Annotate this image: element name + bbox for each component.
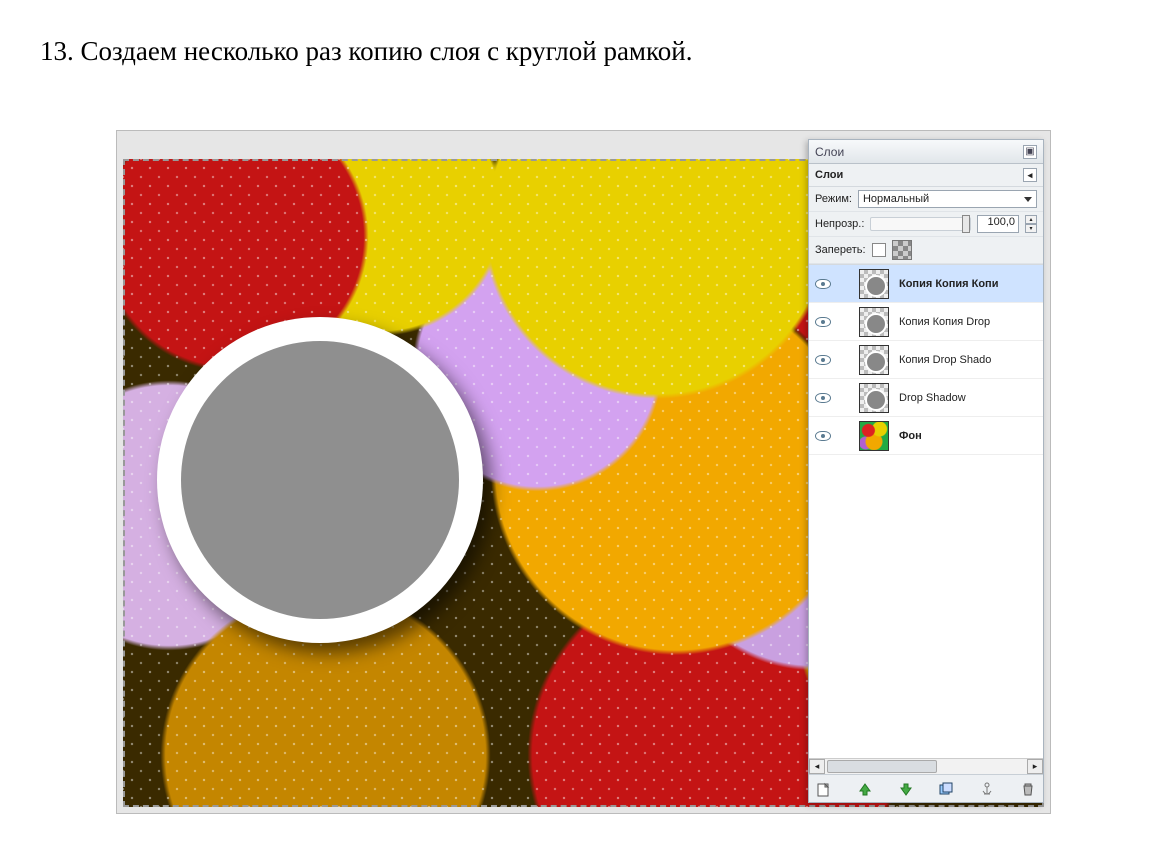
blend-mode-value: Нормальный bbox=[863, 193, 929, 205]
lock-alpha-checkbox[interactable] bbox=[892, 240, 912, 260]
tab-menu-icon[interactable]: ◂ bbox=[1023, 168, 1037, 182]
layer-list-hscrollbar[interactable]: ◂ ▸ bbox=[809, 758, 1043, 774]
layer-thumbnail bbox=[859, 383, 889, 413]
layer-thumbnail bbox=[859, 345, 889, 375]
visibility-eye-icon[interactable] bbox=[815, 317, 831, 327]
layer-list: Копия Копия Копи Копия Копия Drop Копия Dr… bbox=[809, 264, 1043, 758]
layer-name[interactable]: Фон bbox=[899, 430, 922, 442]
blend-mode-select[interactable]: Нормальный bbox=[858, 190, 1037, 208]
visibility-eye-icon[interactable] bbox=[815, 355, 831, 365]
layers-toolbar bbox=[809, 774, 1043, 802]
lower-layer-icon[interactable] bbox=[895, 778, 917, 800]
lock-pixels-checkbox[interactable] bbox=[872, 243, 886, 257]
instruction-text: 13. Создаем несколько раз копию слоя с к… bbox=[40, 36, 692, 67]
visibility-eye-icon[interactable] bbox=[815, 393, 831, 403]
layer-row[interactable]: Drop Shadow bbox=[809, 379, 1043, 417]
layers-dialog: Слои ▣ Слои ◂ Режим: Нормальный Непрозр.… bbox=[808, 139, 1044, 803]
layer-name[interactable]: Копия Drop Shado bbox=[899, 354, 991, 366]
opacity-slider-handle[interactable] bbox=[962, 215, 970, 233]
layer-row[interactable]: Копия Drop Shado bbox=[809, 341, 1043, 379]
layer-thumbnail bbox=[859, 269, 889, 299]
lock-label: Запереть: bbox=[815, 244, 866, 256]
anchor-layer-icon[interactable] bbox=[976, 778, 998, 800]
scroll-thumb[interactable] bbox=[827, 760, 937, 773]
duplicate-layer-icon[interactable] bbox=[935, 778, 957, 800]
scroll-left-icon[interactable]: ◂ bbox=[809, 759, 825, 774]
layer-row[interactable]: Копия Копия Drop bbox=[809, 303, 1043, 341]
layers-dialog-title: Слои bbox=[815, 145, 844, 159]
delete-layer-icon[interactable] bbox=[1017, 778, 1039, 800]
raise-layer-icon[interactable] bbox=[854, 778, 876, 800]
close-icon[interactable]: ▣ bbox=[1023, 145, 1037, 159]
blend-mode-label: Режим: bbox=[815, 193, 852, 205]
layer-row[interactable]: Фон bbox=[809, 417, 1043, 455]
visibility-eye-icon[interactable] bbox=[815, 279, 831, 289]
layer-name[interactable]: Drop Shadow bbox=[899, 392, 966, 404]
layer-thumbnail bbox=[859, 307, 889, 337]
opacity-slider[interactable] bbox=[870, 217, 971, 231]
layer-name[interactable]: Копия Копия Копи bbox=[899, 278, 998, 290]
layers-dialog-titlebar[interactable]: Слои ▣ bbox=[809, 140, 1043, 164]
layer-row[interactable]: Копия Копия Копи bbox=[809, 265, 1043, 303]
opacity-spin-down[interactable]: ▾ bbox=[1025, 224, 1037, 233]
opacity-label: Непрозр.: bbox=[815, 218, 864, 230]
scroll-right-icon[interactable]: ▸ bbox=[1027, 759, 1043, 774]
new-layer-icon[interactable] bbox=[813, 778, 835, 800]
opacity-value-field[interactable]: 100,0 bbox=[977, 215, 1019, 233]
chevron-down-icon bbox=[1024, 197, 1032, 202]
layer-thumbnail bbox=[859, 421, 889, 451]
visibility-eye-icon[interactable] bbox=[815, 431, 831, 441]
opacity-spin-up[interactable]: ▴ bbox=[1025, 215, 1037, 224]
layers-section-label: Слои bbox=[815, 169, 843, 181]
screenshot-frame: Слои ▣ Слои ◂ Режим: Нормальный Непрозр.… bbox=[116, 130, 1051, 814]
layer-name[interactable]: Копия Копия Drop bbox=[899, 316, 990, 328]
